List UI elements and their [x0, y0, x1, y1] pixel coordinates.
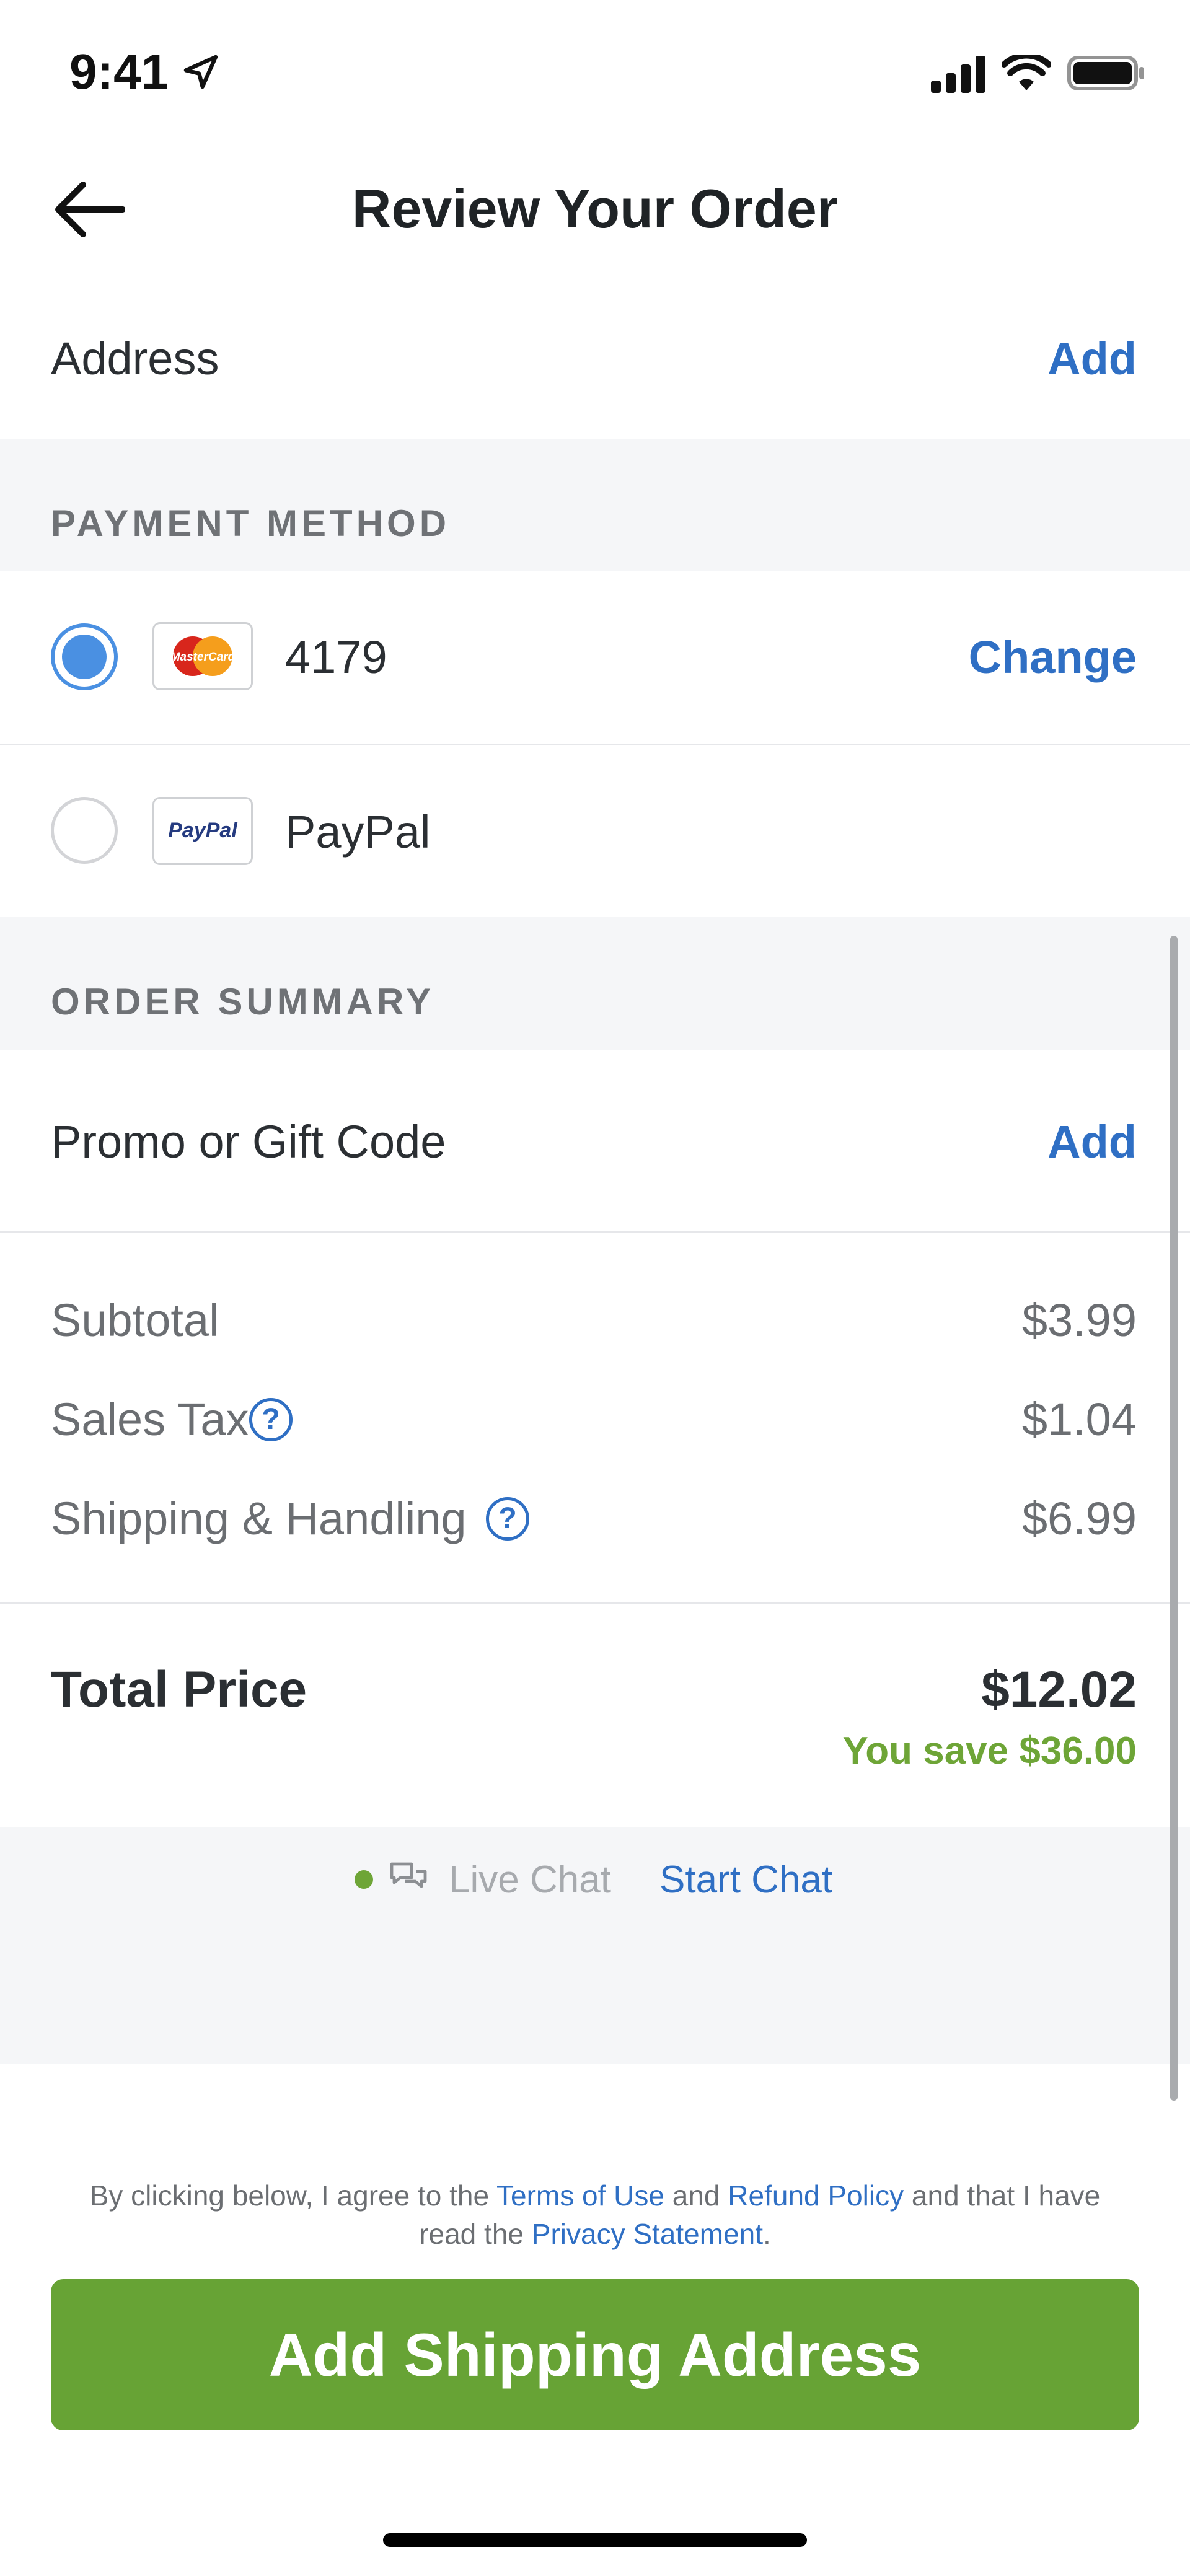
status-time: 9:41	[69, 44, 169, 99]
promo-label: Promo or Gift Code	[51, 1116, 446, 1167]
refund-policy-link[interactable]: Refund Policy	[728, 2179, 904, 2212]
mastercard-logo: MasterCard	[152, 622, 253, 690]
terms-text-part: .	[763, 2218, 771, 2250]
address-label: Address	[51, 333, 219, 384]
shipping-label: Shipping & Handling	[51, 1493, 467, 1544]
divider	[0, 744, 1190, 745]
order-summary-title: ORDER SUMMARY	[51, 981, 435, 1022]
scrollbar[interactable]	[1170, 936, 1178, 2101]
terms-text-part: and	[664, 2179, 728, 2212]
divider	[0, 1602, 1190, 1604]
paypal-label: PayPal	[285, 806, 431, 858]
live-chat-label: Live Chat	[449, 1858, 611, 1901]
cellular-signal-icon	[931, 56, 985, 93]
radio-mastercard[interactable]	[51, 623, 118, 690]
divider	[0, 1231, 1190, 1233]
location-arrow-icon	[183, 55, 218, 89]
page-title: Review Your Order	[351, 178, 839, 239]
change-payment-button[interactable]: Change	[969, 631, 1137, 684]
sales-tax-value: $1.04	[1021, 1394, 1137, 1445]
total-label: Total Price	[51, 1661, 307, 1718]
svg-text:PayPal: PayPal	[168, 819, 238, 842]
shipping-help-icon[interactable]: ?	[486, 1497, 529, 1541]
add-address-button[interactable]: Add	[1047, 332, 1137, 385]
total-value: $12.02	[981, 1661, 1137, 1718]
battery-icon	[1067, 56, 1144, 90]
paypal-logo: PayPal	[152, 797, 253, 865]
savings-text: You save $36.00	[842, 1730, 1137, 1772]
sales-tax-help-icon[interactable]: ?	[249, 1398, 293, 1441]
chat-bubbles-icon	[390, 1862, 427, 1888]
online-status-dot	[355, 1870, 373, 1889]
radio-paypal[interactable]	[51, 797, 118, 864]
payment-section-title: PAYMENT METHOD	[51, 503, 451, 544]
wifi-icon	[1002, 55, 1051, 90]
mastercard-icon: MasterCard	[170, 636, 236, 676]
shipping-value: $6.99	[1021, 1493, 1137, 1544]
start-chat-button[interactable]: Start Chat	[659, 1858, 832, 1902]
add-promo-button[interactable]: Add	[1047, 1115, 1137, 1168]
subtotal-label: Subtotal	[51, 1295, 219, 1346]
paypal-icon: PayPal	[168, 819, 238, 842]
sales-tax-label: Sales Tax	[51, 1394, 249, 1445]
svg-text:MasterCard: MasterCard	[170, 651, 236, 664]
add-shipping-address-button[interactable]: Add Shipping Address	[51, 2279, 1139, 2430]
terms-of-use-link[interactable]: Terms of Use	[496, 2179, 664, 2212]
terms-text: By clicking below, I agree to the Terms …	[74, 2176, 1116, 2253]
home-indicator[interactable]	[383, 2533, 807, 2547]
terms-text-part: By clicking below, I agree to the	[89, 2179, 497, 2212]
privacy-statement-link[interactable]: Privacy Statement	[532, 2218, 763, 2250]
card-last-four: 4179	[285, 631, 387, 683]
subtotal-value: $3.99	[1021, 1295, 1137, 1346]
